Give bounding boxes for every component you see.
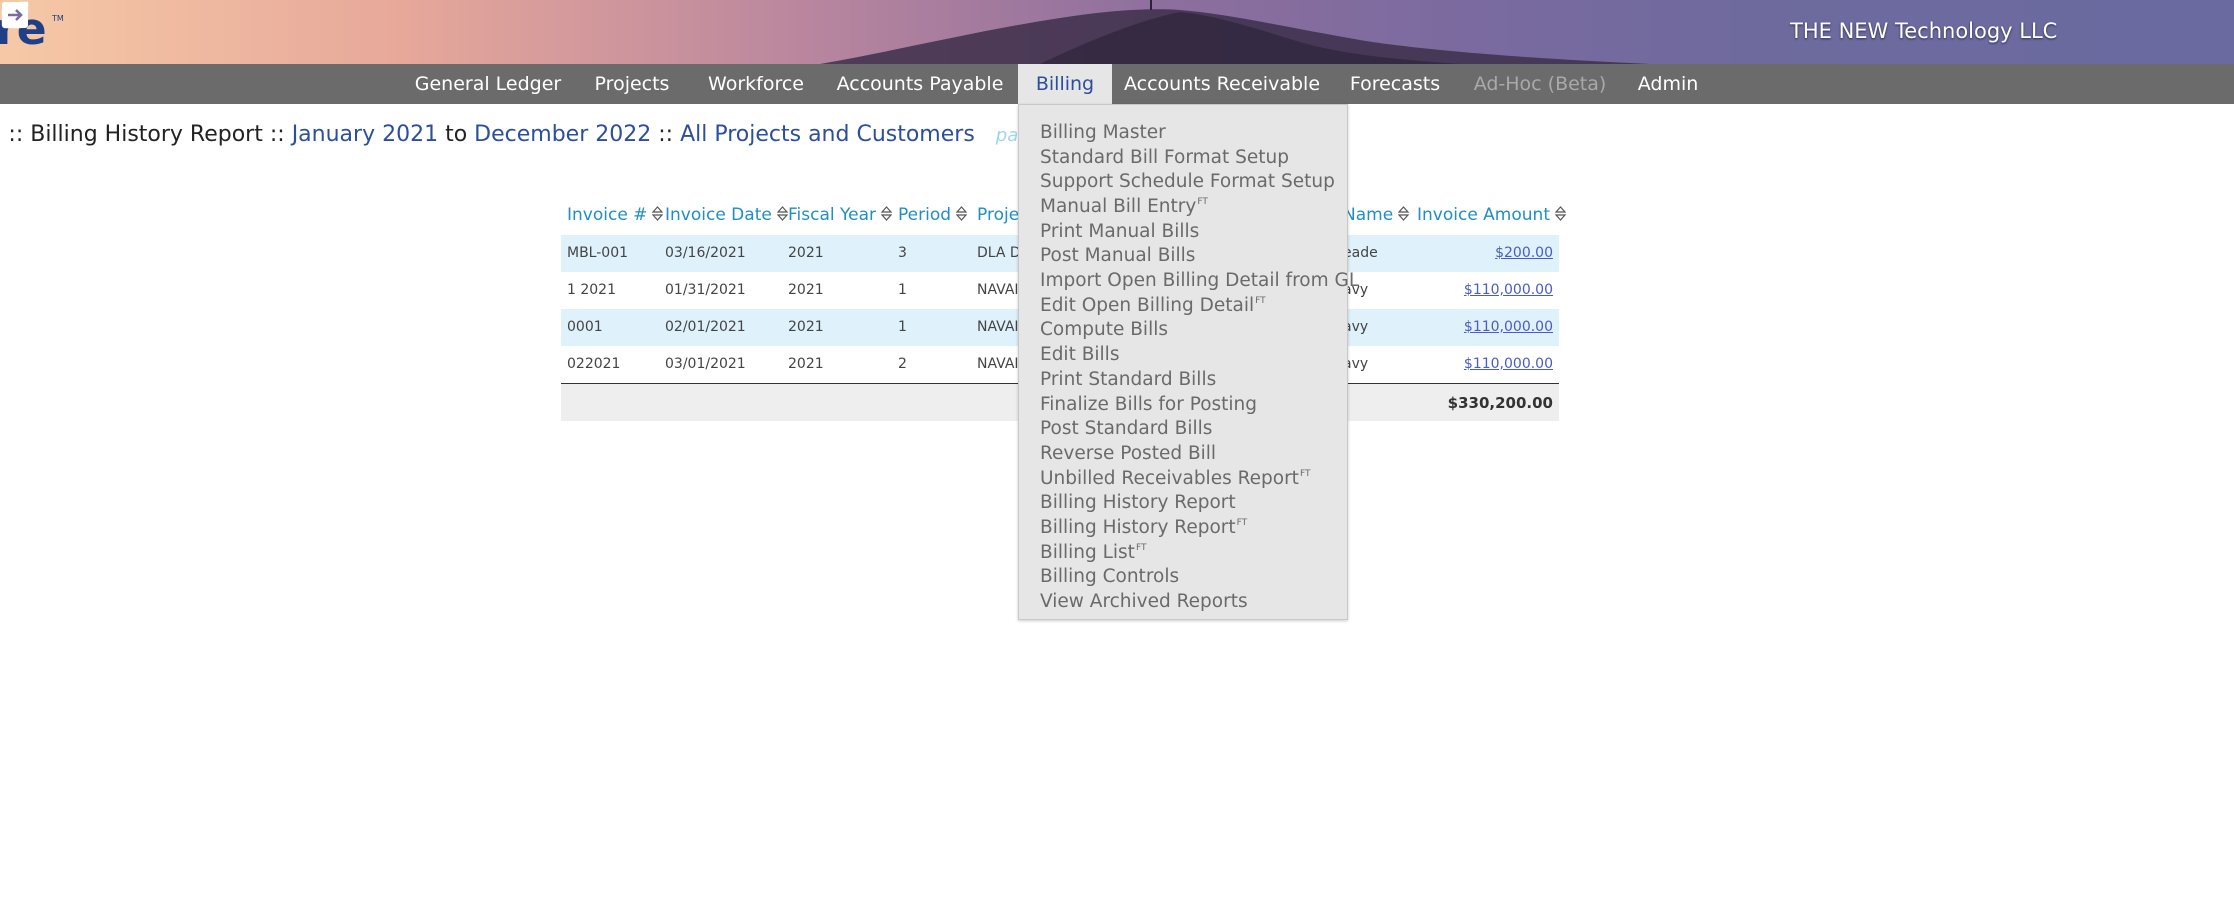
sort-icon <box>776 206 788 221</box>
cell-amount-link[interactable]: $200.00 <box>1495 245 1553 261</box>
scope-link[interactable]: All Projects and Customers <box>680 122 975 147</box>
nav-accounts-receivable[interactable]: Accounts Receivable <box>1122 64 1322 104</box>
title-to: to <box>445 122 468 147</box>
col-invoice-number[interactable]: Invoice # <box>567 205 664 225</box>
nav-accounts-payable[interactable]: Accounts Payable <box>832 64 1008 104</box>
cell-date: 03/16/2021 <box>665 245 746 261</box>
cell-project: DLA D <box>977 245 1021 261</box>
cell-amount-link[interactable]: $110,000.00 <box>1464 319 1553 335</box>
sort-icon <box>881 206 893 221</box>
nav-admin[interactable]: Admin <box>1630 64 1706 104</box>
nav-ad-hoc: Ad-Hoc (Beta) <box>1473 73 1607 95</box>
cell-date: 02/01/2021 <box>665 319 746 335</box>
date-to-link[interactable]: December 2022 <box>474 122 651 147</box>
cell-invoice: 0001 <box>567 319 603 335</box>
col-period[interactable]: Period <box>898 205 968 225</box>
cell-fiscal-year: 2021 <box>788 282 824 298</box>
cell-amount-link[interactable]: $110,000.00 <box>1464 356 1553 372</box>
nav-workforce[interactable]: Workforce <box>700 64 812 104</box>
billing-dropdown-menu: Billing Master Standard Bill Format Setu… <box>1018 104 1359 620</box>
sort-icon <box>1398 206 1410 221</box>
sort-icon <box>1555 206 1566 221</box>
cell-invoice: 1 2021 <box>567 282 616 298</box>
sort-icon <box>652 206 664 221</box>
nav-forecasts[interactable]: Forecasts <box>1340 64 1450 104</box>
main-nav: General Ledger Projects Workforce Accoun… <box>0 64 2234 104</box>
cell-project: NAVAI <box>977 356 1019 372</box>
company-name: THE NEW Technology LLC <box>1790 19 2058 43</box>
sort-icon <box>956 206 968 221</box>
col-name[interactable]: Name <box>1343 205 1410 225</box>
date-from-link[interactable]: January 2021 <box>292 122 438 147</box>
cell-date: 03/01/2021 <box>665 356 746 372</box>
menu-view-archived-reports[interactable]: View Archived Reports <box>1040 585 1249 614</box>
col-fiscal-year[interactable]: Fiscal Year <box>788 205 893 225</box>
header-banner: re TM THE NEW Technology LLC ? <box>0 0 2234 64</box>
nav-billing[interactable]: Billing <box>1018 64 1112 104</box>
cell-name: eade <box>1343 245 1378 261</box>
nav-projects[interactable]: Projects <box>584 64 680 104</box>
cell-period: 1 <box>898 319 907 335</box>
cell-fiscal-year: 2021 <box>788 319 824 335</box>
cell-project: NAVAI <box>977 282 1019 298</box>
cell-project: NAVAI <box>977 319 1019 335</box>
logout-icon[interactable] <box>0 0 30 30</box>
logo-trademark: TM <box>52 14 64 23</box>
col-invoice-date[interactable]: Invoice Date <box>665 205 788 225</box>
cell-period: 1 <box>898 282 907 298</box>
cell-period: 2 <box>898 356 907 372</box>
cell-date: 01/31/2021 <box>665 282 746 298</box>
nav-general-ledger[interactable]: General Ledger <box>412 64 564 104</box>
report-title: ; :: Billing History Report :: January 2… <box>0 122 1076 147</box>
col-project[interactable]: Proje <box>977 205 1019 225</box>
cell-amount-link[interactable]: $110,000.00 <box>1464 282 1553 298</box>
cell-invoice: 022021 <box>567 356 621 372</box>
cell-invoice: MBL-001 <box>567 245 629 261</box>
total-amount: $330,200.00 <box>1447 394 1553 412</box>
title-separator: :: <box>658 122 674 147</box>
cell-period: 3 <box>898 245 907 261</box>
cell-fiscal-year: 2021 <box>788 356 824 372</box>
cell-fiscal-year: 2021 <box>788 245 824 261</box>
col-invoice-amount[interactable]: Invoice Amount <box>1417 205 1566 225</box>
title-prefix: ; :: Billing History Report :: <box>0 122 285 147</box>
